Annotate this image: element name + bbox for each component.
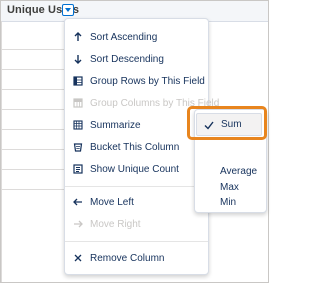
arrow-left-icon xyxy=(73,198,82,206)
menu-item-label: Move Right xyxy=(90,219,141,230)
arrow-right-icon xyxy=(74,220,83,228)
menu-item-label: Group Rows by This Field xyxy=(90,76,205,87)
menu-item-show-unique-count[interactable]: Show Unique Count xyxy=(65,159,208,181)
menu-item-label: Sort Ascending xyxy=(90,32,158,43)
table-row-divider xyxy=(1,129,71,130)
menu-item-group-rows[interactable]: Group Rows by This Field xyxy=(65,71,208,93)
menu-item-label: Summarize xyxy=(90,120,141,131)
unique-count-icon xyxy=(73,164,83,174)
table-row-divider xyxy=(1,49,71,50)
menu-item-label: Show Unique Count xyxy=(90,164,179,175)
menu-item-label: Sort Descending xyxy=(90,54,164,65)
arrow-up-icon xyxy=(74,32,82,41)
table-row-divider xyxy=(1,169,71,170)
close-icon xyxy=(74,254,82,262)
table-row-divider xyxy=(1,69,71,70)
menu-divider xyxy=(65,186,208,187)
menu-item-sort-descending[interactable]: Sort Descending xyxy=(65,49,208,71)
table-row-divider xyxy=(1,89,71,90)
menu-item-sort-ascending[interactable]: Sort Ascending xyxy=(65,27,208,49)
menu-item-label: Move Left xyxy=(90,197,134,208)
arrow-down-icon xyxy=(74,55,82,64)
menu-divider xyxy=(65,241,208,242)
table-row-divider xyxy=(1,189,71,190)
table-divider xyxy=(1,21,2,282)
bucket-icon xyxy=(73,143,83,152)
group-columns-icon xyxy=(73,98,83,108)
menu-item-remove-column[interactable]: Remove Column xyxy=(65,248,208,270)
table-row-divider xyxy=(1,149,71,150)
column-menu-button[interactable] xyxy=(62,4,74,16)
chevron-down-icon xyxy=(65,8,71,12)
group-rows-icon xyxy=(73,76,83,86)
menu-item-move-left[interactable]: Move Left xyxy=(65,192,208,214)
menu-item-label: Bucket This Column xyxy=(90,142,180,153)
submenu-item-label: Min xyxy=(220,197,237,208)
menu-item-bucket-column[interactable]: Bucket This Column xyxy=(65,137,208,159)
callout-highlight xyxy=(187,106,267,140)
submenu-item-min[interactable]: Min xyxy=(195,190,266,210)
menu-item-label: Remove Column xyxy=(90,253,165,264)
menu-item-move-right: Move Right xyxy=(65,214,208,236)
summarize-icon xyxy=(73,120,83,130)
table-row-divider xyxy=(1,109,71,110)
column-dropdown-menu: Sort Ascending Sort Descending Group Row… xyxy=(64,18,219,275)
